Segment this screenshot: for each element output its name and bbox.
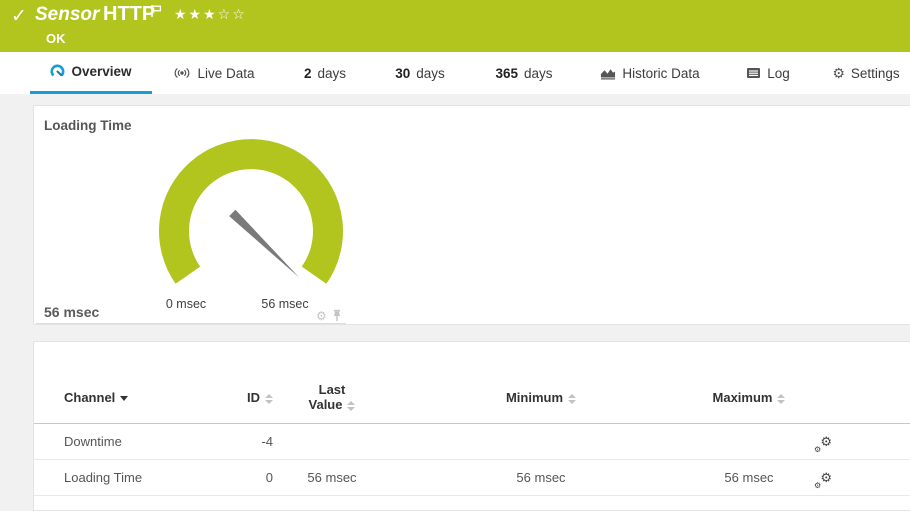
channels-table-panel: Channel ID Last Value Minimum Maximum Do… (33, 341, 910, 511)
gauge-toolbar: ⚙ (316, 309, 342, 322)
col-header-minimum[interactable]: Minimum (461, 390, 621, 405)
settings-gear-icon: ⚙ (832, 66, 845, 80)
tab-live-data[interactable]: Live Data (164, 52, 264, 94)
status-ok-check-icon: ✓ (11, 5, 27, 28)
tab-settings[interactable]: ⚙ Settings (822, 52, 910, 94)
priority-stars[interactable]: ★★★☆☆ (174, 6, 247, 23)
channel-id: -4 (174, 424, 273, 460)
table-row-downtime[interactable]: Downtime -4 ⚙⚙ (34, 424, 910, 460)
gauge-settings-icon[interactable]: ⚙ (316, 310, 327, 322)
sort-toggle-icon[interactable] (568, 394, 576, 404)
tab-30-days-label: days (416, 66, 445, 81)
tab-log[interactable]: Log (730, 52, 806, 94)
channel-settings-icon[interactable]: ⚙⚙ (814, 472, 832, 490)
gauge-title: Loading Time (44, 118, 132, 133)
priority-flag-icon[interactable] (150, 4, 163, 23)
gauge-min-label: 0 msec (166, 297, 206, 311)
channel-maximum: 56 msec (669, 460, 829, 496)
col-header-id-label: ID (247, 390, 260, 405)
tab-historic-data[interactable]: Historic Data (585, 52, 715, 94)
col-header-maximum[interactable]: Maximum (669, 390, 829, 405)
tab-365-days-number: 365 (495, 66, 518, 81)
gauge-current-value: 56 msec (44, 304, 99, 320)
sensor-title-prefix: Sensor (35, 4, 99, 26)
tab-30-days-number: 30 (395, 66, 410, 81)
historic-chart-icon (600, 67, 616, 80)
gauge-tab-icon (50, 64, 65, 79)
tab-30-days[interactable]: 30 days (380, 52, 460, 94)
gauge-max-label: 56 msec (261, 297, 308, 311)
tab-overview[interactable]: Overview (30, 52, 152, 94)
tab-log-label: Log (767, 66, 790, 81)
col-header-id[interactable]: ID (174, 390, 273, 405)
channel-minimum: 56 msec (461, 460, 621, 496)
log-list-icon (746, 67, 761, 79)
col-header-channel[interactable]: Channel (64, 390, 128, 405)
tab-2-days-label: days (317, 66, 346, 81)
loading-time-gauge-panel: Loading Time 0 msec 56 msec 56 msec ⚙ (33, 105, 910, 325)
tab-live-data-label: Live Data (197, 66, 254, 81)
col-header-minimum-label: Minimum (506, 390, 563, 405)
col-header-channel-label: Channel (64, 390, 115, 405)
tab-365-days-label: days (524, 66, 553, 81)
channel-settings-icon[interactable]: ⚙⚙ (814, 436, 832, 454)
channels-table-header: Channel ID Last Value Minimum Maximum (34, 380, 910, 424)
sort-desc-icon (120, 396, 128, 401)
tab-2-days[interactable]: 2 days (285, 52, 365, 94)
tab-bar: Overview Live Data 2 days 30 days 365 da… (0, 52, 910, 94)
col-header-last-line1: Last (319, 382, 346, 397)
tab-2-days-number: 2 (304, 66, 312, 81)
table-row-loading-time[interactable]: Loading Time 0 56 msec 56 msec 56 msec ⚙… (34, 460, 910, 496)
channel-name[interactable]: Loading Time (64, 460, 142, 496)
channel-last-value: 56 msec (287, 460, 377, 496)
sensor-header: ✓ Sensor HTTP ★★★☆☆ OK (0, 0, 910, 52)
tab-settings-label: Settings (851, 66, 900, 81)
sensor-title: HTTP (103, 3, 155, 26)
live-data-icon (173, 66, 191, 80)
sort-toggle-icon[interactable] (265, 394, 273, 404)
sensor-status-badge: OK (46, 31, 66, 46)
tab-365-days[interactable]: 365 days (480, 52, 568, 94)
gauge-needle (229, 210, 302, 281)
col-header-maximum-label: Maximum (713, 390, 773, 405)
channel-id: 0 (174, 460, 273, 496)
gauge-arc (174, 154, 328, 275)
stars-filled[interactable]: ★★★ (174, 6, 218, 22)
col-header-last-line2: Value (309, 397, 343, 412)
gauge-pin-icon[interactable] (332, 309, 342, 322)
tab-historic-data-label: Historic Data (622, 66, 699, 81)
col-header-last-value[interactable]: Last Value (287, 382, 377, 412)
tab-overview-label: Overview (71, 64, 131, 79)
stars-empty[interactable]: ☆☆ (218, 6, 247, 22)
sort-toggle-icon[interactable] (347, 401, 355, 411)
sort-toggle-icon[interactable] (777, 394, 785, 404)
channel-name[interactable]: Downtime (64, 424, 122, 460)
gauge-divider (36, 323, 346, 324)
